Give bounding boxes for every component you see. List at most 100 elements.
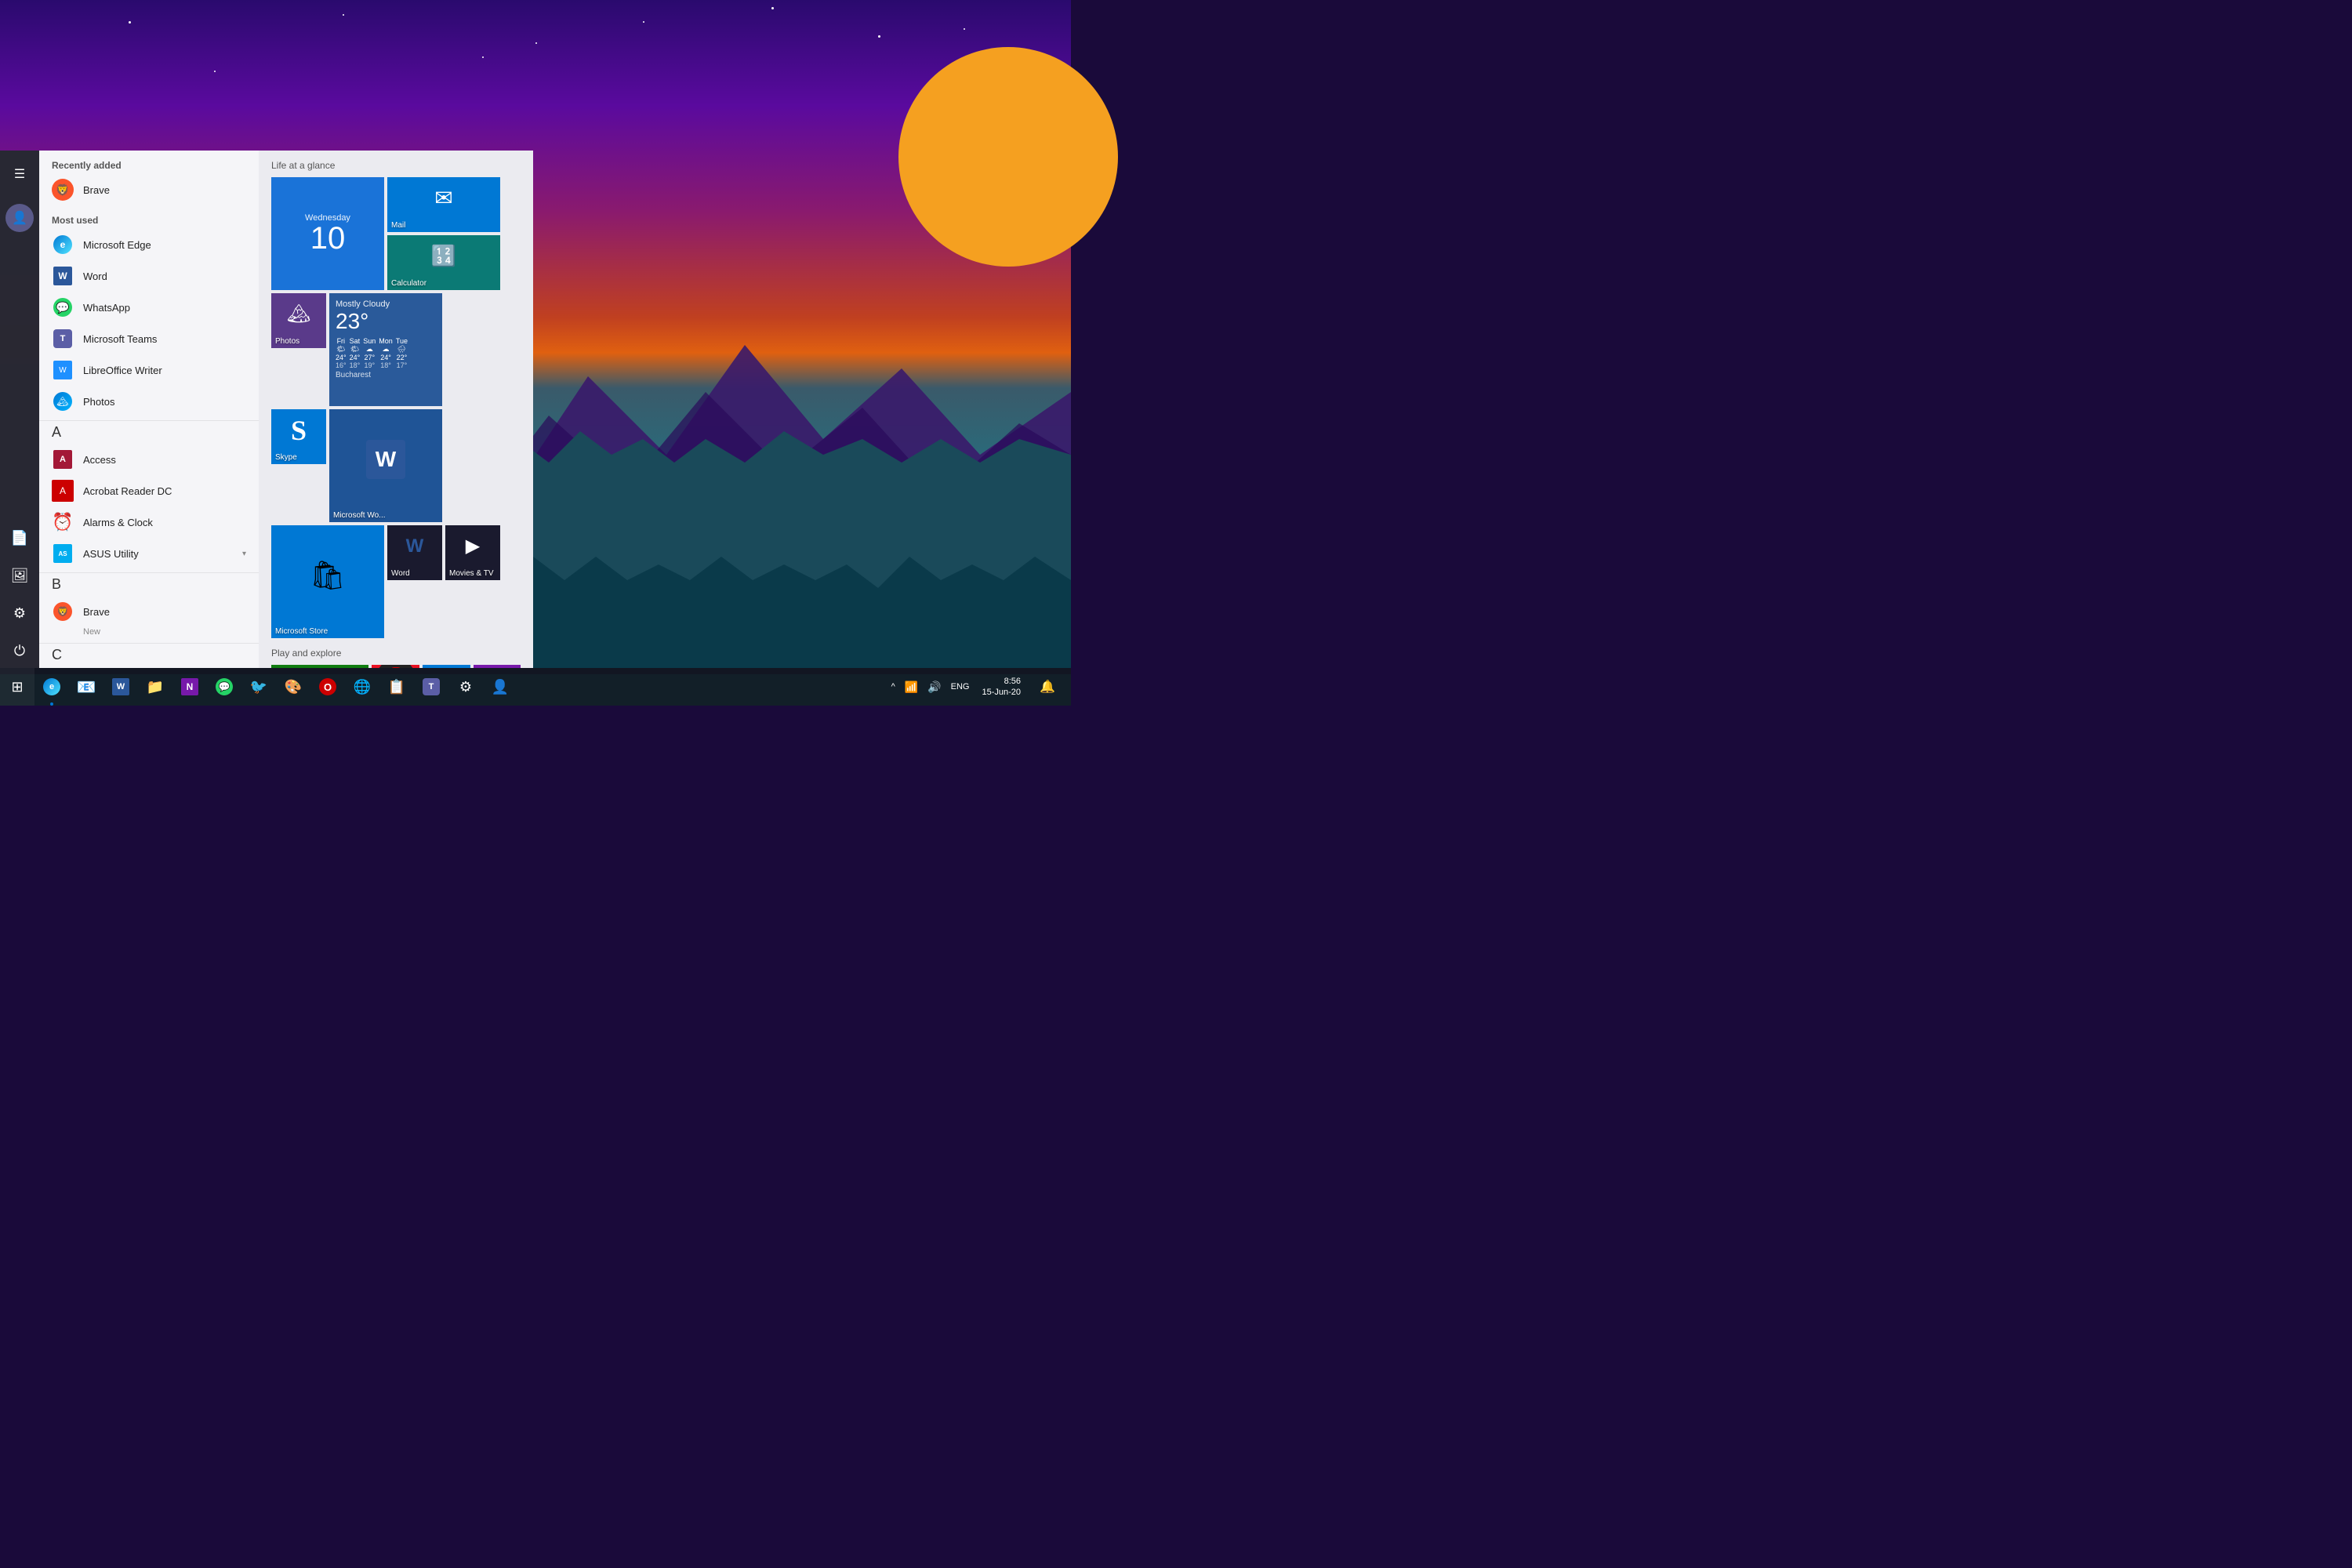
app-item-edge[interactable]: e Microsoft Edge [39,229,259,260]
app-item-photos[interactable]: 🏔 Photos [39,386,259,417]
settings-button[interactable]: ⚙ [2,596,37,630]
power-button[interactable]: ⏻ [2,633,37,668]
app-item-alarms[interactable]: ⏰ Alarms & Clock [39,506,259,538]
skype-icon: S [291,414,307,447]
whatsapp-taskbar-button[interactable]: 💬 [207,668,241,706]
app-label: Alarms & Clock [83,517,153,528]
weather-tile[interactable]: Mostly Cloudy 23° Fri🌤24°16° Sat🌤24°18° … [329,293,442,406]
paint-taskbar-button[interactable]: 🎨 [276,668,310,706]
xbox-tile[interactable]: Hi, IAMANINJAKILL ER Xbox Console... [271,665,368,668]
app-label: ASUS Utility [83,548,139,560]
notification-button[interactable]: 🔔 [1030,668,1065,706]
app-item-calculator[interactable]: 🔢 Calculator [39,666,259,668]
app-label: LibreOffice Writer [83,365,162,376]
movies-tile[interactable]: ▶ Movies & TV [445,525,500,580]
start-button[interactable]: ⊞ [0,668,34,706]
opera-taskbar-button[interactable]: O [310,668,345,706]
photos-tile-label: Photos [271,335,326,348]
app-label: Word [83,270,107,282]
lang-indicator[interactable]: ENG [948,682,973,691]
mail-tile[interactable]: ✉ Mail [387,177,500,232]
outlook-icon: 📧 [77,677,96,697]
skype-tile[interactable]: S Skype [271,409,326,464]
clipboard-taskbar-button[interactable]: 📋 [379,668,414,706]
store-tile[interactable]: 🛍 Microsoft Store [271,525,384,638]
groove-tile[interactable]: Groove Music [372,665,419,668]
people-taskbar-button[interactable]: 👤 [483,668,517,706]
calc-label: Calculator [387,277,500,290]
app-item-whatsapp[interactable]: 💬 WhatsApp [39,292,259,323]
weather-city: Bucharest [336,371,436,379]
tiles-row-top: Wednesday 10 ✉ Mail 🔢 [271,177,521,290]
acrobat-icon: A [52,480,74,502]
movies-icon: ▶ [466,535,480,557]
settings-tb-icon: ⚙ [459,679,472,695]
access-icon: A [52,448,74,470]
word-app-icon: W [52,265,74,287]
date-display: 15-Jun-20 [982,687,1021,698]
explorer-taskbar-button[interactable]: 📁 [138,668,172,706]
settings-taskbar-button[interactable]: ⚙ [448,668,483,706]
explorer-icon: 📁 [147,679,164,695]
edge-tb-icon: e [43,678,60,695]
photos-tile[interactable]: 🏔 Photos [271,293,326,348]
alpha-a: A [39,420,259,444]
app-item-word[interactable]: W Word [39,260,259,292]
mail-calc-stack: ✉ Mail 🔢 Calculator [387,177,500,290]
tiles-row-4: 🛍 Microsoft Store W Word ▶ Movies [271,525,521,638]
user-avatar-button[interactable]: 👤 [2,201,37,235]
hamburger-menu-button[interactable]: ☰ [2,157,37,191]
outlook-taskbar-button[interactable]: 📧 [69,668,103,706]
word-taskbar-button[interactable]: W [103,668,138,706]
app-item-brave-b[interactable]: 🦁 Brave [39,596,259,627]
app-item-access[interactable]: A Access [39,444,259,475]
weather-temp: 23° [336,309,436,334]
tiles-play: Hi, IAMANINJAKILL ER Xbox Console... Gro… [271,665,521,668]
browser2-taskbar-button[interactable]: 🌐 [345,668,379,706]
app-item-asus[interactable]: AS ASUS Utility ▾ [39,538,259,569]
tiles-row-1: Wednesday 10 ✉ Mail 🔢 [271,177,521,638]
calendar-day-name: Wednesday [305,213,350,223]
movies-label: Movies & TV [445,567,500,580]
weather-forecast: Fri🌤24°16° Sat🌤24°18° Sun☁27°19° Mon☁24°… [336,337,436,369]
network-icon[interactable]: 📶 [902,681,921,694]
app-item-acrobat[interactable]: A Acrobat Reader DC [39,475,259,506]
sun [898,47,1118,267]
calculator-tile[interactable]: 🔢 Calculator [387,235,500,290]
tray-expand-button[interactable]: ^ [888,682,898,691]
app-item-libre[interactable]: W LibreOffice Writer [39,354,259,386]
bird-icon: 🐦 [250,679,267,695]
word-tile-icon: W [406,535,424,557]
app-label: Photos [83,396,114,408]
msword-tile[interactable]: W Microsoft Wo... [329,409,442,522]
most-used-header: Most used [39,205,259,229]
onenote-tile[interactable]: N OneNote... [474,665,521,668]
app-item-brave-recent[interactable]: 🦁 Brave [39,174,259,205]
system-tray: ^ 📶 🔊 ENG 8:56 15-Jun-20 🔔 [888,668,1071,706]
volume-icon[interactable]: 🔊 [924,681,944,694]
notification-icon: 🔔 [1040,679,1055,695]
taskbar: ⊞ e 📧 W 📁 N 💬 🐦 🎨 O 🌐 📋 T ⚙ 👤 [0,668,1071,706]
pictures-button[interactable]: 🖼 [2,558,37,593]
calendar-tile[interactable]: Wednesday 10 [271,177,384,290]
app-label: Microsoft Edge [83,239,151,251]
word-tile[interactable]: W Word [387,525,442,580]
app-list: Recently added 🦁 Brave Most used e Micro… [39,151,259,668]
skype-label: Skype [271,451,326,464]
time-display: 8:56 [982,676,1021,687]
tiles-row-3: S Skype W Microsoft Wo... [271,409,521,522]
surface-tile[interactable]: Surface [423,665,470,668]
people-icon: 👤 [492,679,509,695]
app-label: Microsoft Teams [83,333,157,345]
edge-taskbar-button[interactable]: e [34,668,69,706]
teams-taskbar-button[interactable]: T [414,668,448,706]
alpha-b: B [39,572,259,596]
app-item-teams[interactable]: T Microsoft Teams [39,323,259,354]
calendar-day-num: 10 [310,223,346,254]
msword-label: Microsoft Wo... [329,509,442,522]
expand-arrow-icon: ▾ [242,550,246,558]
onenote-taskbar-button[interactable]: N [172,668,207,706]
documents-button[interactable]: 📄 [2,521,37,555]
start-sidebar: ☰ 👤 📄 🖼 ⚙ ⏻ [0,151,39,668]
bird-taskbar-button[interactable]: 🐦 [241,668,276,706]
